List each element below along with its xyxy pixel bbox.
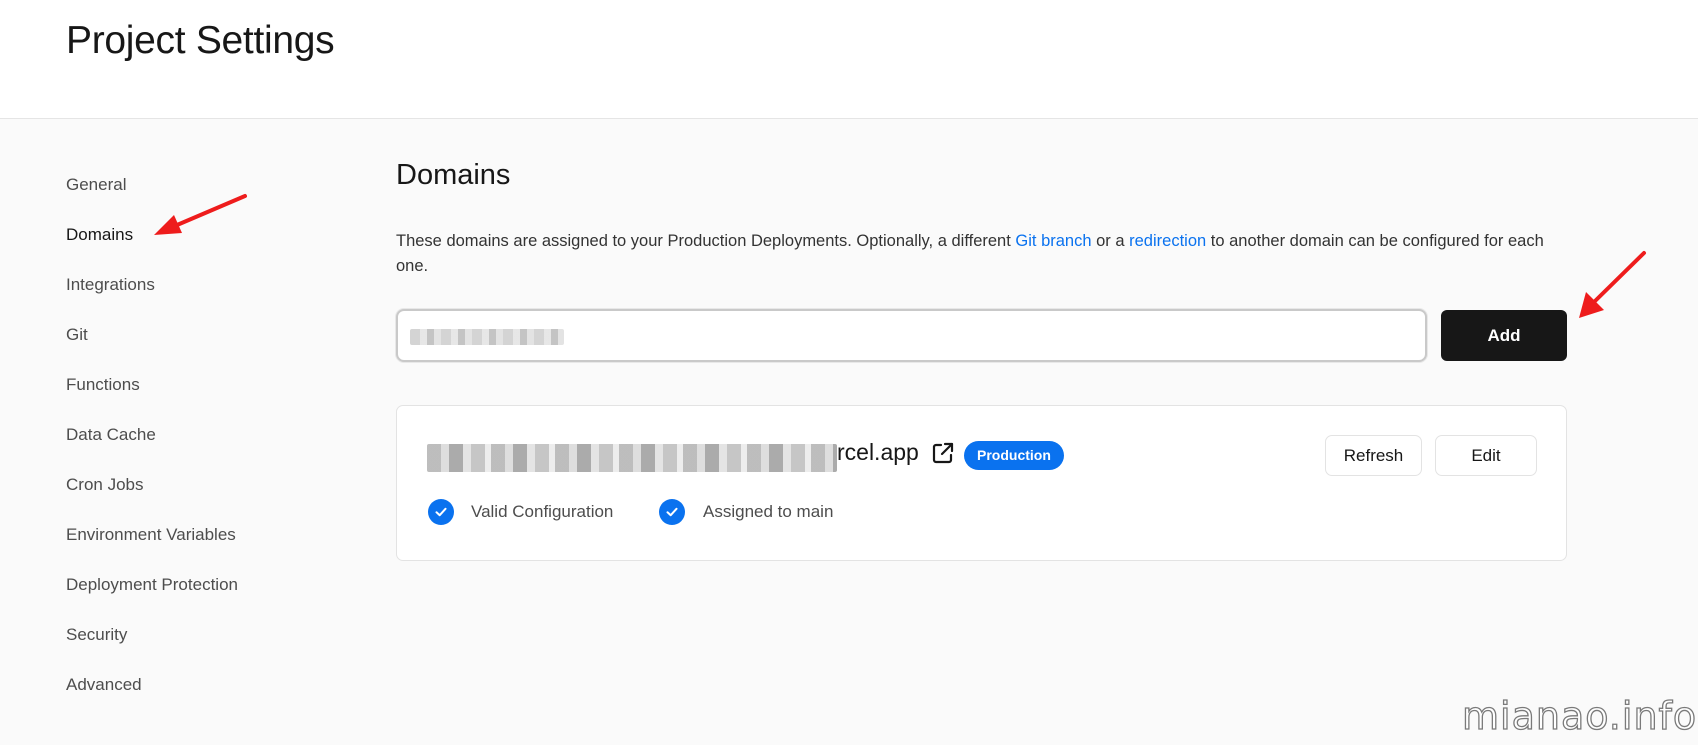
settings-sidebar: General Domains Integrations Git Functio…	[66, 160, 326, 710]
sidebar-item-security[interactable]: Security	[66, 610, 326, 660]
git-branch-link[interactable]: Git branch	[1015, 232, 1091, 250]
domain-name[interactable]: rcel.app	[837, 439, 919, 466]
add-domain-button[interactable]: Add	[1441, 310, 1567, 361]
sidebar-item-git[interactable]: Git	[66, 310, 326, 360]
annotation-arrow-icon	[1579, 251, 1646, 318]
domain-card: rcel.app Production Refresh Edit Valid C…	[396, 405, 1567, 561]
sidebar-item-advanced[interactable]: Advanced	[66, 660, 326, 710]
domains-description: These domains are assigned to your Produ…	[396, 229, 1546, 279]
sidebar-item-environment-variables[interactable]: Environment Variables	[66, 510, 326, 560]
assigned-to-main-label: Assigned to main	[703, 502, 834, 521]
page-header: Project Settings	[0, 0, 1698, 119]
refresh-button[interactable]: Refresh	[1325, 435, 1422, 476]
blurred-domain-name	[427, 444, 837, 472]
watermark: mianao.info	[1461, 693, 1698, 738]
redirection-link[interactable]: redirection	[1129, 232, 1206, 250]
sidebar-item-general[interactable]: General	[66, 160, 326, 210]
description-text: or a	[1091, 232, 1130, 250]
valid-configuration-label: Valid Configuration	[471, 502, 614, 521]
production-badge: Production	[964, 441, 1064, 470]
blurred-input-value	[410, 329, 564, 345]
sidebar-item-integrations[interactable]: Integrations	[66, 260, 326, 310]
check-circle-icon	[659, 499, 685, 525]
sidebar-item-deployment-protection[interactable]: Deployment Protection	[66, 560, 326, 610]
section-title: Domains	[396, 159, 511, 191]
sidebar-item-domains[interactable]: Domains	[66, 210, 326, 260]
check-circle-icon	[428, 499, 454, 525]
sidebar-item-cron-jobs[interactable]: Cron Jobs	[66, 460, 326, 510]
sidebar-item-functions[interactable]: Functions	[66, 360, 326, 410]
page-title: Project Settings	[66, 19, 335, 62]
sidebar-item-data-cache[interactable]: Data Cache	[66, 410, 326, 460]
description-text: These domains are assigned to your Produ…	[396, 232, 1016, 250]
external-link-icon[interactable]	[931, 441, 955, 465]
edit-button[interactable]: Edit	[1435, 435, 1537, 476]
